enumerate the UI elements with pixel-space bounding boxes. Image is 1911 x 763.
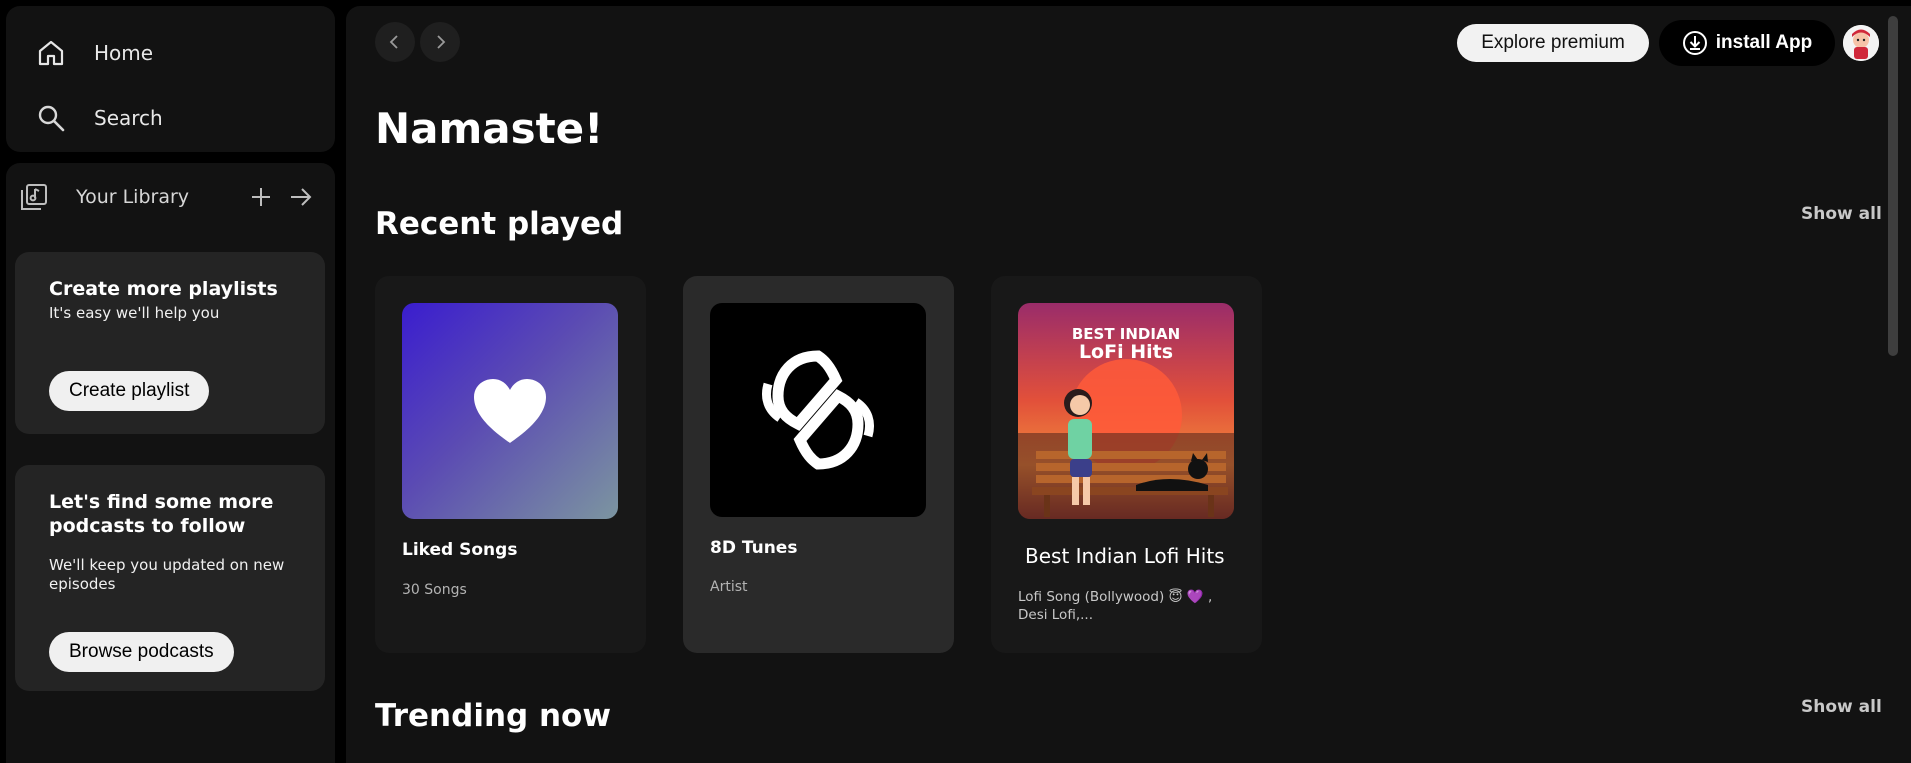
chevron-left-icon	[389, 35, 398, 49]
cover-image	[402, 303, 618, 519]
chevron-right-icon	[437, 35, 446, 49]
arrow-right-icon	[291, 188, 312, 206]
card-title: Create more playlists	[49, 278, 278, 300]
library-icon[interactable]	[20, 177, 60, 217]
plus-icon	[252, 188, 270, 206]
card-subtitle: Artist	[710, 579, 748, 595]
main-content: Explore premium install App Namaste! Rec…	[346, 6, 1911, 763]
section-title-trending: Trending now	[375, 698, 611, 734]
card-subtitle: It's easy we'll help you	[49, 304, 220, 322]
install-app-button[interactable]: install App	[1659, 20, 1835, 66]
sidebar-item-home[interactable]: Home	[36, 31, 153, 75]
search-icon	[36, 96, 80, 140]
card-subtitle: Lofi Song (Bollywood) 😇 💜 , Desi Lofi,..…	[1018, 589, 1213, 623]
card-title: 8D Tunes	[710, 538, 798, 558]
download-icon	[1682, 31, 1707, 55]
avatar[interactable]	[1843, 25, 1879, 61]
forward-button[interactable]	[420, 22, 460, 62]
sidebar-item-search[interactable]: Search	[36, 96, 163, 140]
card-title: Let's find some more podcasts to follow	[49, 491, 274, 537]
back-button[interactable]	[375, 22, 415, 62]
card-subtitle: We'll keep you updated on new episodes	[49, 556, 285, 593]
media-card-8d-tunes[interactable]: 8D Tunes Artist	[683, 276, 954, 653]
8d-logo-icon	[762, 350, 874, 470]
media-card-liked-songs[interactable]: Liked Songs 30 Songs	[375, 276, 646, 653]
show-all-recent-link[interactable]: Show all	[1801, 204, 1882, 224]
library-panel: Your Library Create more playlists It's …	[6, 163, 335, 763]
card-title: Best Indian Lofi Hits	[1025, 544, 1225, 568]
create-playlist-card: Create more playlists It's easy we'll he…	[15, 252, 325, 434]
explore-premium-button[interactable]: Explore premium	[1457, 24, 1649, 62]
lofi-artwork: BEST INDIAN LoFi Hits	[1018, 303, 1234, 519]
create-button[interactable]	[241, 177, 281, 217]
browse-podcasts-button[interactable]: Browse podcasts	[49, 632, 234, 672]
cover-image	[710, 303, 926, 517]
media-card-best-indian-lofi[interactable]: BEST INDIAN LoFi Hits Best Indian Lofi H…	[991, 276, 1262, 653]
library-title: Your Library	[76, 186, 190, 208]
scrollbar[interactable]	[1888, 16, 1898, 356]
expand-library-button[interactable]	[281, 177, 321, 217]
browse-podcasts-card: Let's find some more podcasts to follow …	[15, 465, 325, 691]
sidebar-item-label: Search	[94, 106, 163, 130]
cover-image: BEST INDIAN LoFi Hits	[1018, 303, 1234, 519]
create-playlist-button[interactable]: Create playlist	[49, 371, 210, 411]
page-title: Namaste!	[375, 104, 604, 153]
section-title-recent: Recent played	[375, 206, 624, 242]
show-all-trending-link[interactable]: Show all	[1801, 697, 1882, 717]
sidebar-nav: Home Search	[6, 6, 335, 152]
heart-icon	[474, 379, 546, 443]
avatar-icon	[1843, 25, 1879, 61]
card-title: Liked Songs	[402, 540, 518, 560]
card-subtitle: 30 Songs	[402, 582, 467, 598]
library-header: Your Library	[20, 177, 321, 217]
sidebar-item-label: Home	[94, 41, 154, 65]
home-icon	[36, 31, 80, 75]
install-app-label: install App	[1715, 32, 1813, 53]
cover-title-bottom: LoFi Hits	[1079, 341, 1173, 363]
